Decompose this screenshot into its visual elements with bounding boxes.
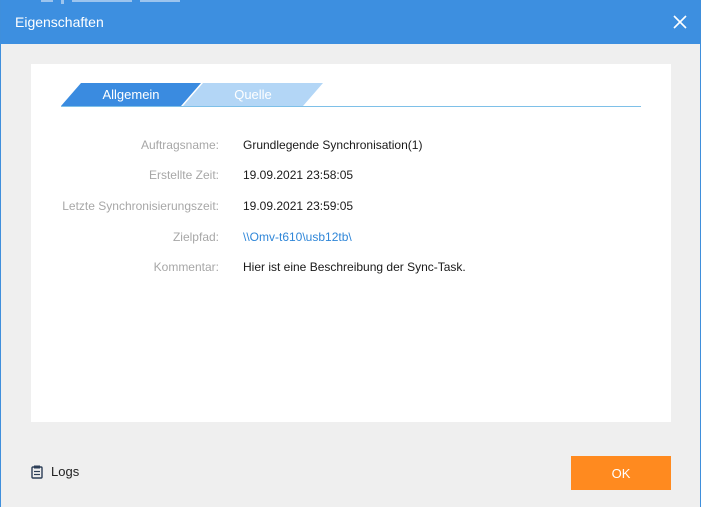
- created-time-label: Erstellte Zeit:: [148, 168, 219, 182]
- tab-allgemein-label: Allgemein: [102, 87, 160, 102]
- background-window-edge: [41, 0, 241, 4]
- comment-value: Hier ist eine Beschreibung der Sync-Task…: [243, 260, 466, 274]
- tab-quelle-label: Quelle: [234, 87, 272, 102]
- job-name-label: Auftragsname:: [140, 138, 219, 152]
- logs-label: Logs: [51, 464, 80, 479]
- logs-link[interactable]: Logs: [31, 464, 79, 479]
- close-icon: [673, 15, 687, 29]
- title-bar: Eigenschaften: [1, 0, 700, 44]
- field-row-created-time: Erstellte Zeit: 19.09.2021 23:58:05: [31, 168, 671, 188]
- tab-quelle[interactable]: Quelle: [183, 83, 323, 106]
- field-row-job-name: Auftragsname: Grundlegende Synchronisati…: [31, 138, 671, 158]
- target-path-label: Zielpfad:: [172, 230, 219, 244]
- field-row-target-path: Zielpfad: \\Omv-t610\usb12tb\: [31, 230, 671, 250]
- content-panel: Allgemein Quelle Auftragsname: Grundlege…: [31, 64, 671, 422]
- close-button[interactable]: [668, 10, 692, 34]
- tab-underline: [61, 106, 641, 107]
- comment-label: Kommentar:: [153, 260, 219, 274]
- last-sync-label: Letzte Synchronisierungszeit:: [62, 199, 219, 213]
- field-row-comment: Kommentar: Hier ist eine Beschreibung de…: [31, 260, 671, 280]
- created-time-value: 19.09.2021 23:58:05: [243, 168, 354, 182]
- field-row-last-sync: Letzte Synchronisierungszeit: 19.09.2021…: [31, 199, 671, 219]
- target-path-link[interactable]: \\Omv-t610\usb12tb\: [243, 230, 352, 244]
- ok-button[interactable]: OK: [571, 456, 671, 490]
- last-sync-value: 19.09.2021 23:59:05: [243, 199, 354, 213]
- tab-bar: Allgemein Quelle: [61, 83, 641, 107]
- properties-dialog: Eigenschaften Allgemein Quelle Auftragsn…: [0, 0, 701, 507]
- dialog-title: Eigenschaften: [15, 14, 104, 30]
- job-name-value: Grundlegende Synchronisation(1): [243, 138, 423, 152]
- tab-allgemein[interactable]: Allgemein: [61, 83, 201, 106]
- clipboard-icon: [31, 465, 43, 479]
